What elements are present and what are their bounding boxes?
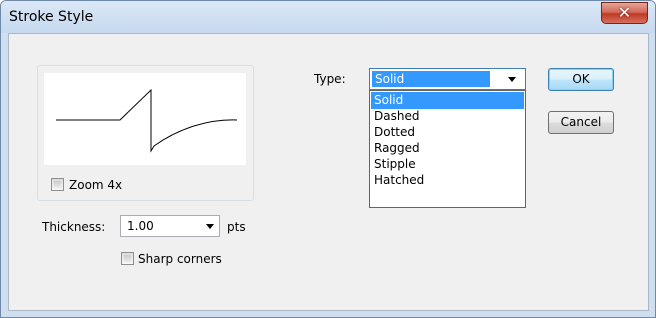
ok-button[interactable]: OK — [548, 68, 614, 91]
stroke-preview-curve — [56, 88, 238, 153]
cancel-button[interactable]: Cancel — [548, 111, 614, 134]
stroke-preview — [44, 73, 246, 165]
dialog-body: Zoom 4x Thickness: 1.00 pts Sharp corner… — [8, 33, 649, 311]
stroke-style-dialog: Stroke Style ✕ Zoom 4x Thickness: 1.00 p… — [0, 0, 656, 318]
thickness-label: Thickness: — [42, 220, 106, 234]
type-label: Type: — [314, 72, 346, 86]
sharp-corners-label: Sharp corners — [138, 252, 222, 266]
close-button[interactable]: ✕ — [601, 2, 648, 24]
dialog-title: Stroke Style — [9, 9, 94, 25]
thickness-value: 1.00 — [127, 219, 154, 233]
thickness-unit: pts — [227, 220, 246, 234]
preview-group: Zoom 4x — [37, 65, 254, 201]
type-option-dotted[interactable]: Dotted — [371, 124, 524, 141]
thickness-combo[interactable]: 1.00 — [120, 215, 220, 237]
zoom-4x-label: Zoom 4x — [69, 178, 123, 192]
type-option-stipple[interactable]: Stipple — [371, 156, 524, 173]
type-option-ragged[interactable]: Ragged — [371, 140, 524, 157]
sharp-corners-checkbox[interactable] — [121, 252, 134, 265]
chevron-down-icon — [508, 77, 516, 82]
type-option-hatched[interactable]: Hatched — [371, 172, 524, 189]
type-selected-value: Solid — [375, 72, 405, 86]
type-combo[interactable]: Solid — [369, 68, 526, 90]
zoom-4x-checkbox[interactable] — [51, 178, 64, 191]
type-selected-highlight: Solid — [372, 71, 490, 87]
title-bar[interactable]: Stroke Style ✕ — [1, 1, 655, 33]
close-icon: ✕ — [617, 3, 632, 22]
type-option-dashed[interactable]: Dashed — [371, 108, 524, 125]
chevron-down-icon — [206, 224, 214, 229]
type-dropdown-list: Solid Dashed Dotted Ragged Stipple Hatch… — [369, 90, 526, 208]
type-option-solid[interactable]: Solid — [371, 92, 524, 109]
